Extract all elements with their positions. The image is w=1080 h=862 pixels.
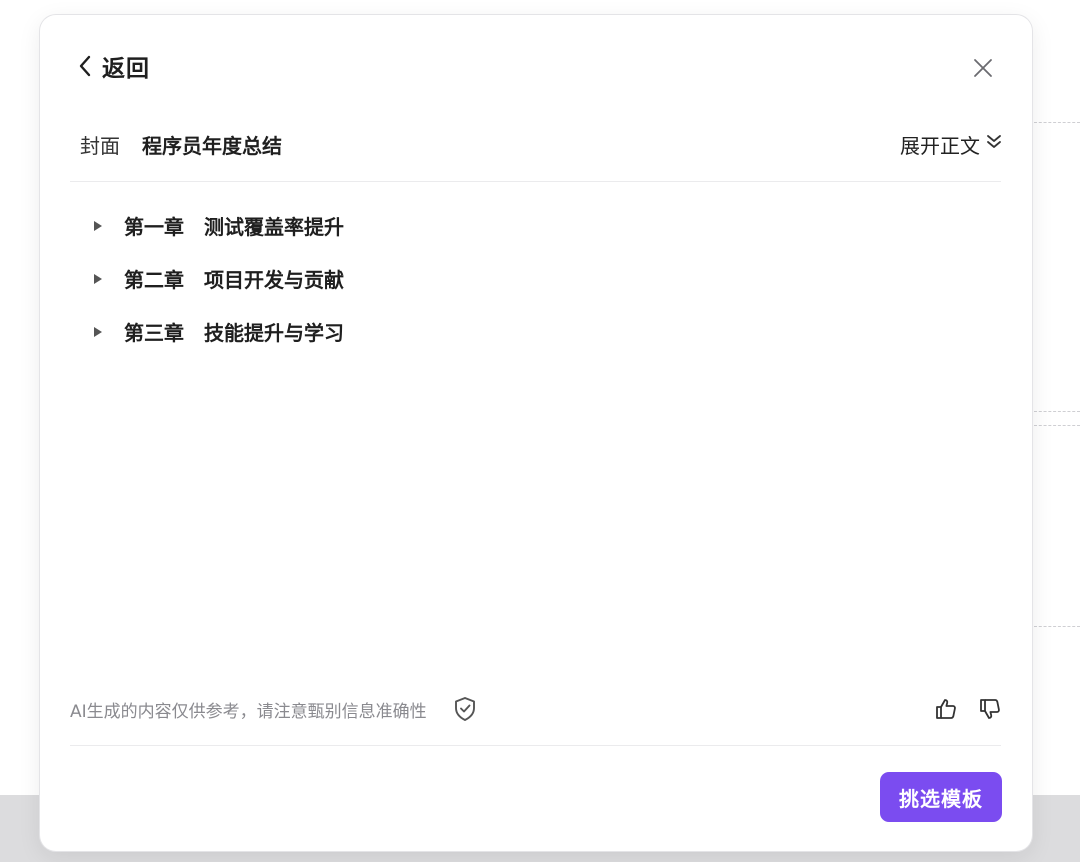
chapter-list: 第一章 测试覆盖率提升 第二章 项目开发与贡献 第三章 技能提升与学习 [94, 199, 344, 358]
chevron-left-icon [78, 55, 92, 77]
cover-row: 封面 程序员年度总结 展开正文 [80, 127, 1002, 161]
disclaimer-row: AI生成的内容仅供参考，请注意甄别信息准确性 [70, 693, 1002, 725]
chapter-number: 第二章 [124, 268, 184, 292]
triangle-right-icon[interactable] [94, 220, 102, 231]
expand-body-label: 展开正文 [900, 133, 980, 158]
shield-check-icon[interactable] [453, 696, 477, 722]
chapter-item[interactable]: 第一章 测试覆盖率提升 [94, 199, 344, 252]
chapter-item[interactable]: 第二章 项目开发与贡献 [94, 252, 344, 305]
close-icon[interactable] [970, 55, 996, 81]
back-label: 返回 [102, 56, 150, 82]
chapter-item[interactable]: 第三章 技能提升与学习 [94, 305, 344, 358]
background-dashed-line [1034, 411, 1080, 412]
triangle-right-icon[interactable] [94, 273, 102, 284]
chapter-number: 第三章 [124, 321, 184, 345]
expand-body-button[interactable]: 展开正文 [900, 130, 1002, 159]
cover-title: 程序员年度总结 [142, 133, 282, 158]
divider [70, 745, 1001, 746]
chapter-number: 第一章 [124, 215, 184, 239]
background-dashed-line [1034, 626, 1080, 627]
thumbs-up-icon[interactable] [934, 697, 958, 721]
outline-modal: 返回 封面 程序员年度总结 展开正文 第一章 测试覆盖率提升 第二章 项目开发与… [40, 15, 1032, 851]
triangle-right-icon[interactable] [94, 326, 102, 337]
thumbs-down-icon[interactable] [978, 697, 1002, 721]
double-chevron-down-icon [980, 133, 1002, 155]
ai-disclaimer: AI生成的内容仅供参考，请注意甄别信息准确性 [70, 701, 427, 722]
chapter-title: 项目开发与贡献 [204, 268, 344, 292]
divider [70, 181, 1001, 182]
feedback-buttons [934, 697, 1002, 721]
cover-label: 封面 [80, 133, 120, 158]
back-button[interactable]: 返回 [78, 49, 150, 83]
background-dashed-line [1034, 425, 1080, 426]
chapter-title: 测试覆盖率提升 [204, 215, 344, 239]
chapter-title: 技能提升与学习 [204, 321, 344, 345]
background-dashed-line [1034, 122, 1080, 123]
choose-template-button[interactable]: 挑选模板 [880, 772, 1002, 822]
